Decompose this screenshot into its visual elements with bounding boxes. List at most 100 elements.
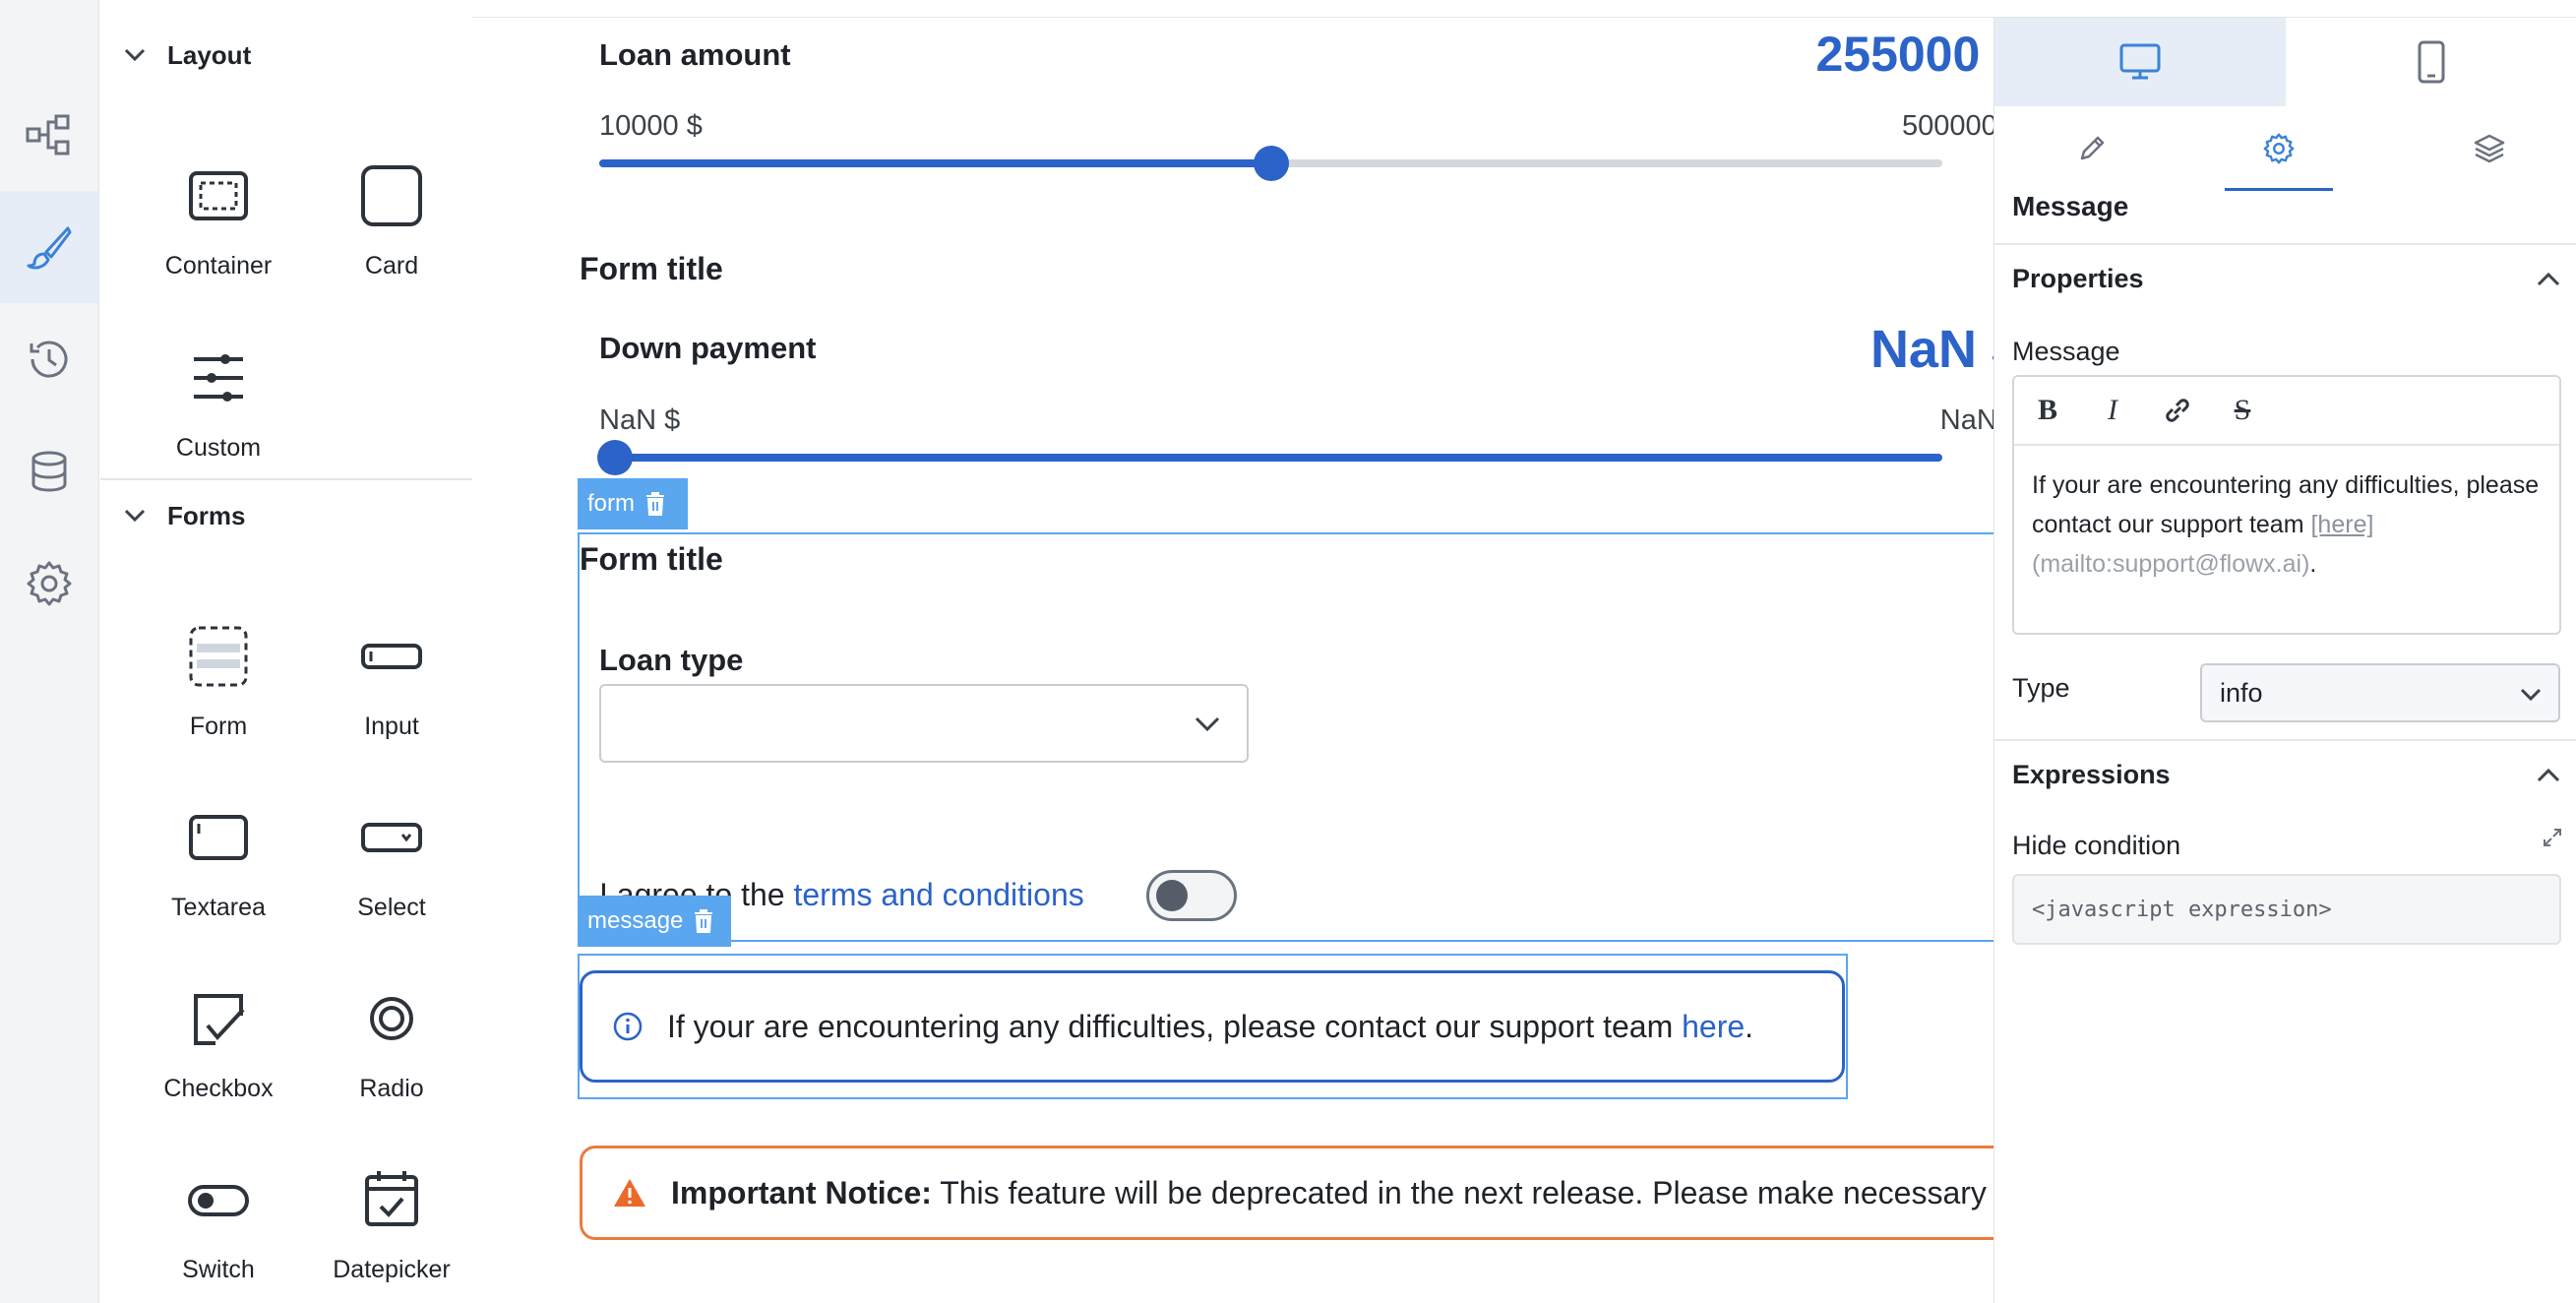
edit-tab[interactable] bbox=[1994, 106, 2188, 191]
layers-icon bbox=[2474, 134, 2505, 163]
left-rail bbox=[0, 0, 99, 1303]
warning-notice: Important Notice: This feature will be d… bbox=[580, 1146, 2036, 1240]
mobile-icon bbox=[2418, 40, 2445, 84]
component-datepicker[interactable]: Datepicker bbox=[305, 1167, 478, 1303]
rich-text-mailto: (mailto:support@flowx.ai) bbox=[2032, 550, 2310, 578]
message-tag-label: message bbox=[587, 907, 684, 934]
form-title-2: Form title bbox=[580, 541, 723, 577]
component-label: Switch bbox=[182, 1256, 255, 1283]
chevron-up-icon[interactable] bbox=[2536, 766, 2561, 785]
type-select[interactable]: info bbox=[2200, 663, 2560, 722]
trash-icon[interactable] bbox=[693, 908, 714, 934]
down-payment-value: NaN $ bbox=[1870, 320, 2021, 379]
rail-theme-button[interactable] bbox=[0, 191, 98, 303]
database-icon bbox=[31, 451, 67, 492]
component-input[interactable]: Input bbox=[305, 624, 478, 762]
rail-settings-button[interactable] bbox=[0, 527, 98, 640]
warning-body: This feature will be deprecated in the n… bbox=[931, 1174, 2036, 1210]
expand-icon[interactable] bbox=[2542, 827, 2563, 848]
link-icon[interactable] bbox=[2162, 396, 2193, 425]
component-label: Form bbox=[189, 713, 248, 740]
form-icon bbox=[189, 626, 248, 687]
form-canvas: Loan amount 255000 $ 10000 $ 500000 $ Fo… bbox=[472, 18, 2036, 1303]
message-selection-tag[interactable]: message bbox=[578, 896, 731, 947]
chevron-down-icon bbox=[124, 48, 146, 62]
component-switch[interactable]: Switch bbox=[132, 1167, 305, 1303]
components-panel: Layout Container Card Custom Forms Form … bbox=[100, 18, 472, 1303]
down-payment-label: Down payment bbox=[599, 331, 817, 365]
gear-icon bbox=[27, 561, 72, 606]
rail-history-button[interactable] bbox=[0, 303, 98, 415]
textarea-icon bbox=[189, 815, 248, 860]
italic-icon[interactable]: I bbox=[2097, 394, 2128, 427]
component-label: Card bbox=[364, 252, 419, 279]
chevron-down-icon bbox=[2520, 688, 2542, 702]
component-select[interactable]: Select bbox=[305, 805, 478, 943]
loan-min-label: 10000 $ bbox=[599, 110, 703, 142]
form-selection-tag[interactable]: form bbox=[578, 478, 688, 529]
gear-icon bbox=[2263, 133, 2295, 164]
card-icon bbox=[361, 165, 422, 226]
rail-process-button[interactable] bbox=[0, 79, 98, 191]
form-title-1: Form title bbox=[580, 251, 723, 286]
settings-tab[interactable] bbox=[2225, 106, 2333, 191]
desktop-icon bbox=[2119, 43, 2161, 80]
component-custom[interactable]: Custom bbox=[132, 345, 305, 483]
loan-type-dropdown[interactable] bbox=[599, 684, 1249, 763]
expressions-section-title: Expressions bbox=[2012, 760, 2171, 789]
form-tag-label: form bbox=[587, 490, 635, 517]
down-slider-track[interactable] bbox=[599, 454, 1942, 462]
component-label: Input bbox=[364, 713, 419, 740]
rich-text-content[interactable]: If your are encountering any difficultie… bbox=[2014, 446, 2559, 603]
trash-icon[interactable] bbox=[644, 491, 666, 517]
divider bbox=[1994, 739, 2576, 741]
message-link[interactable]: here bbox=[1682, 1009, 1745, 1044]
down-max-label: NaN $ bbox=[1939, 404, 2021, 436]
info-message: If your are encountering any difficultie… bbox=[580, 970, 1845, 1083]
message-rich-text-editor[interactable]: B I S If your are encountering any diffi… bbox=[2012, 375, 2561, 635]
agree-toggle[interactable] bbox=[1146, 870, 1237, 921]
desktop-view-tab[interactable] bbox=[1994, 18, 2286, 106]
hide-condition-input[interactable]: <javascript expression> bbox=[2012, 874, 2561, 945]
info-message-text: If your are encountering any difficultie… bbox=[667, 1009, 1753, 1045]
chevron-up-icon[interactable] bbox=[2536, 270, 2561, 289]
forms-section-header[interactable]: Forms bbox=[100, 481, 472, 550]
component-checkbox[interactable]: Checkbox bbox=[132, 986, 305, 1124]
loan-slider-fill bbox=[599, 159, 1271, 167]
rich-text-toolbar: B I S bbox=[2014, 377, 2559, 446]
component-container[interactable]: Container bbox=[132, 163, 305, 301]
component-card[interactable]: Card bbox=[305, 163, 478, 301]
message-text: If your are encountering any difficultie… bbox=[667, 1008, 1683, 1044]
bold-icon[interactable]: B bbox=[2032, 394, 2063, 427]
component-label: Textarea bbox=[171, 894, 266, 921]
component-form[interactable]: Form bbox=[132, 624, 305, 762]
component-label: Container bbox=[164, 252, 273, 279]
toggle-knob bbox=[1156, 880, 1188, 911]
chevron-down-icon bbox=[1195, 716, 1220, 732]
strikethrough-icon[interactable]: S bbox=[2227, 394, 2258, 427]
input-icon bbox=[361, 644, 422, 669]
layers-tab[interactable] bbox=[2402, 106, 2576, 191]
mobile-view-tab[interactable] bbox=[2286, 18, 2576, 106]
warning-bold: Important Notice: bbox=[671, 1174, 932, 1210]
layout-section-header[interactable]: Layout bbox=[100, 21, 472, 90]
sliders-icon bbox=[194, 354, 243, 402]
component-label: Checkbox bbox=[163, 1075, 274, 1102]
section-divider bbox=[100, 478, 472, 480]
rich-text-end: . bbox=[2309, 550, 2317, 578]
properties-section-title: Properties bbox=[2012, 264, 2144, 293]
component-radio[interactable]: Radio bbox=[305, 986, 478, 1124]
down-slider-thumb[interactable] bbox=[597, 440, 633, 475]
loan-slider-thumb[interactable] bbox=[1254, 146, 1289, 181]
rail-data-button[interactable] bbox=[0, 415, 98, 527]
component-label: Select bbox=[357, 894, 426, 921]
loan-amount-label: Loan amount bbox=[599, 37, 791, 72]
select-icon bbox=[361, 823, 422, 852]
hide-condition-label: Hide condition bbox=[2012, 831, 2181, 860]
terms-link[interactable]: terms and conditions bbox=[793, 877, 1083, 912]
warning-icon bbox=[614, 1179, 645, 1207]
warning-text: Important Notice: This feature will be d… bbox=[671, 1174, 2036, 1211]
component-textarea[interactable]: Textarea bbox=[132, 805, 305, 943]
message-field-label: Message bbox=[2012, 337, 2120, 366]
radio-icon bbox=[370, 997, 413, 1040]
